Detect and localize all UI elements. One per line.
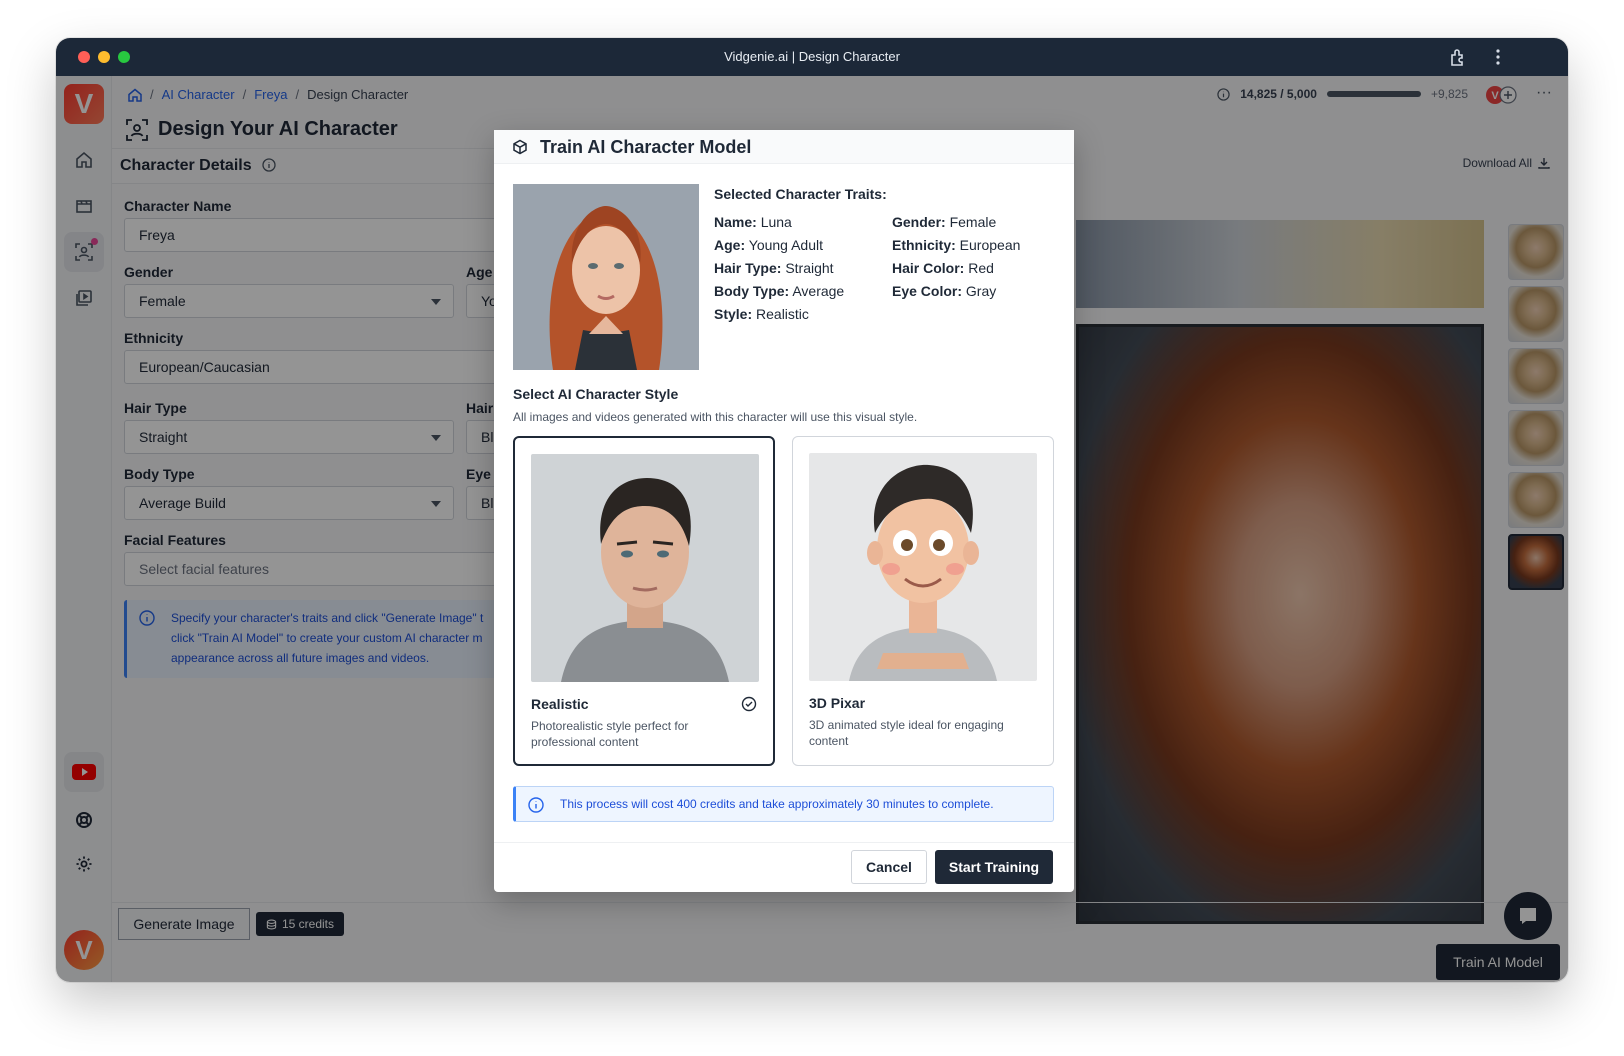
trait-hair-color: Hair Color: Red xyxy=(892,260,994,276)
traits-title: Selected Character Traits: xyxy=(714,186,887,202)
dialog-header: Train AI Character Model xyxy=(494,130,1074,164)
title-bar: Vidgenie.ai | Design Character xyxy=(56,38,1568,76)
character-portrait-image xyxy=(513,184,699,370)
dialog-title: Train AI Character Model xyxy=(540,137,752,157)
window-title: Vidgenie.ai | Design Character xyxy=(724,49,900,64)
cube-icon xyxy=(513,139,527,155)
trait-eye-color: Eye Color: Gray xyxy=(892,283,997,299)
kebab-menu-icon[interactable] xyxy=(1488,47,1508,67)
training-cost-notice: This process will cost 400 credits and t… xyxy=(513,786,1054,822)
extension-icon[interactable] xyxy=(1448,47,1468,67)
style-option-3d-pixar[interactable]: 3D Pixar 3D animated style ideal for eng… xyxy=(792,436,1054,766)
style-option-realistic[interactable]: Realistic Photorealistic style perfect f… xyxy=(513,436,775,766)
trait-gender: Gender: Female xyxy=(892,214,997,230)
trait-name: Name: Luna xyxy=(714,214,792,230)
pixar-style-image xyxy=(809,453,1037,681)
realistic-style-image xyxy=(531,454,759,682)
trait-body-type: Body Type: Average xyxy=(714,283,845,299)
trait-age: Age: Young Adult xyxy=(714,237,823,253)
start-training-button[interactable]: Start Training xyxy=(935,850,1053,884)
trait-ethnicity: Ethnicity: European xyxy=(892,237,1021,253)
trait-style: Style: Realistic xyxy=(714,306,809,322)
info-icon xyxy=(528,797,544,813)
dialog-footer-divider xyxy=(494,842,1074,843)
app-window: Vidgenie.ai | Design Character V V / AI … xyxy=(56,38,1568,982)
style-section-title: Select AI Character Style xyxy=(513,386,679,402)
style-name: 3D Pixar xyxy=(809,695,866,711)
style-section-subtitle: All images and videos generated with thi… xyxy=(513,410,918,424)
style-name: Realistic xyxy=(531,696,589,712)
trait-hair-type: Hair Type: Straight xyxy=(714,260,834,276)
style-description: 3D animated style ideal for engaging con… xyxy=(809,718,1004,748)
check-circle-icon xyxy=(741,696,757,712)
style-description: Photorealistic style perfect for profess… xyxy=(531,719,689,749)
cancel-button[interactable]: Cancel xyxy=(851,850,927,884)
train-model-dialog: Train AI Character Model Selected Charac… xyxy=(494,130,1074,892)
